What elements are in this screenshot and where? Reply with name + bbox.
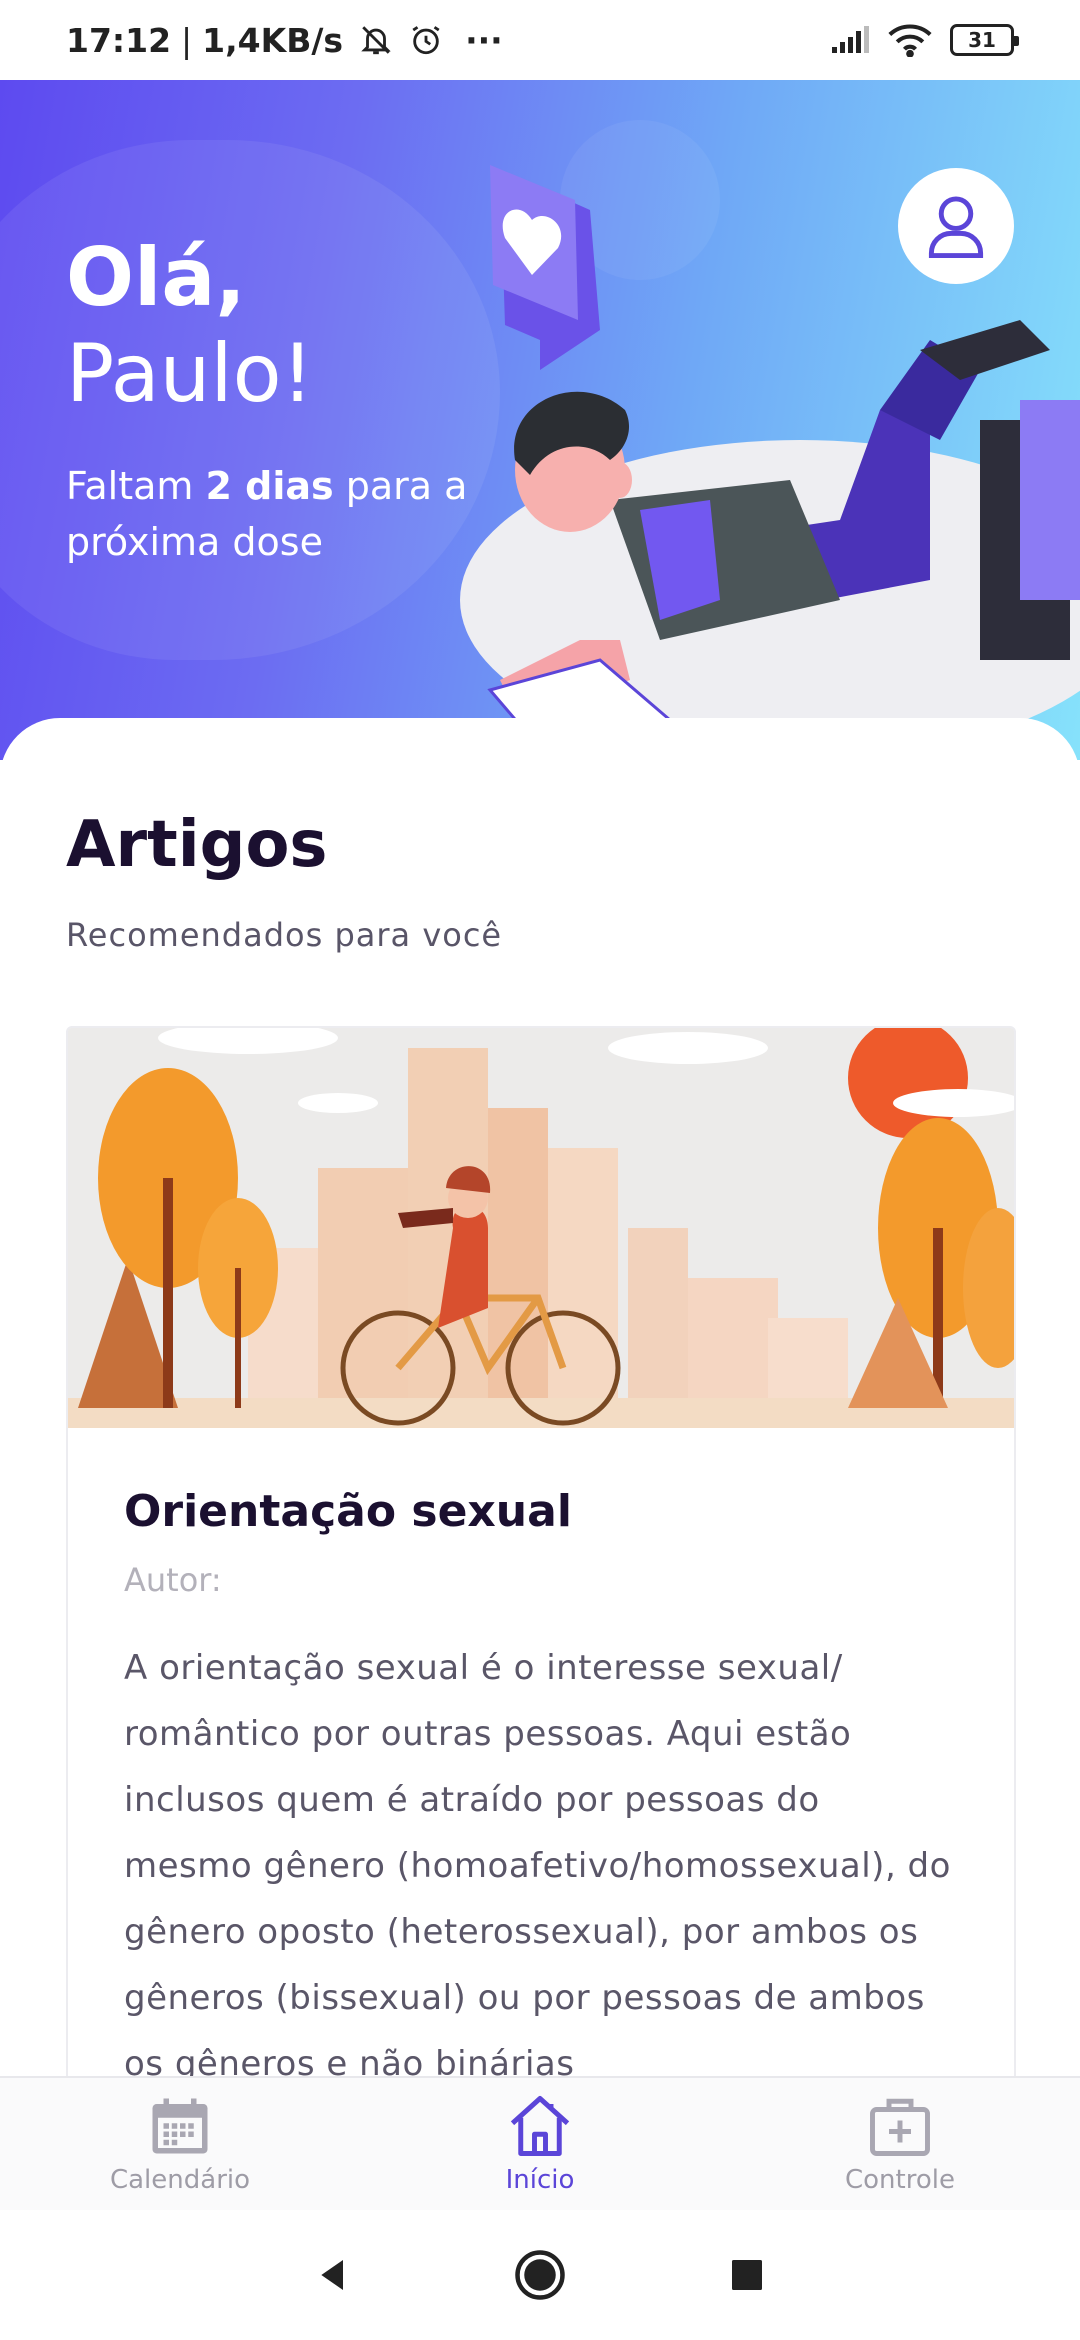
nav-item-control[interactable]: Controle <box>720 2078 1080 2210</box>
autumn-cyclist-illustration <box>68 1028 1014 1428</box>
article-excerpt: A orientação sexual é o interesse sexual… <box>124 1648 951 2084</box>
system-navigation-bar <box>0 2210 1080 2340</box>
alarm-icon <box>412 26 440 55</box>
nav-label-calendar: Calendário <box>109 2165 251 2195</box>
user-name: Paulo! <box>66 327 314 420</box>
greeting-text: Olá, <box>66 231 246 324</box>
content-panel: Artigos Recomendados para você Orientaçã… <box>0 718 1080 2226</box>
hero-banner: Olá, Paulo! Faltam 2 dias para a próxima… <box>0 80 1080 760</box>
clock: 17:12 <box>66 20 172 60</box>
medical-kit-icon <box>870 2098 930 2156</box>
article-image <box>68 1028 1014 1428</box>
network-speed: 1,4KB/s <box>202 20 344 60</box>
nav-item-calendar[interactable]: Calendário <box>0 2078 360 2210</box>
section-subtitle: Recomendados para você <box>66 916 503 954</box>
article-title: Orientação sexual <box>124 1486 572 1537</box>
dose-prefix: Faltam <box>66 464 206 508</box>
home-icon <box>510 2096 570 2156</box>
status-separator: | <box>181 20 193 60</box>
home-circle-icon[interactable] <box>513 2248 567 2302</box>
back-icon[interactable] <box>313 2255 353 2295</box>
battery-indicator: 31 <box>950 24 1019 56</box>
more-notifications: ··· <box>465 20 503 60</box>
greeting-block: Olá, Paulo! Faltam 2 dias para a próxima… <box>66 230 506 570</box>
nav-label-home: Início <box>505 2165 575 2195</box>
article-card[interactable]: Orientação sexual Autor: A orientação se… <box>66 1026 1016 2226</box>
signal-icon <box>832 26 869 53</box>
heart-bubble-icon <box>490 165 600 370</box>
status-bar: 17:12 | 1,4KB/s ··· 31 <box>0 0 1080 80</box>
nav-label-control: Controle <box>845 2165 955 2195</box>
status-bar-left: 17:12 | 1,4KB/s ··· <box>66 21 503 60</box>
bell-muted-icon <box>361 26 391 55</box>
dose-days: 2 dias <box>205 464 334 508</box>
section-title: Artigos <box>66 808 328 882</box>
nav-item-home[interactable]: Início <box>360 2078 720 2210</box>
next-dose-message: Faltam 2 dias para a próxima dose <box>66 458 506 570</box>
status-bar-right: 31 <box>830 23 1019 57</box>
wifi-icon <box>888 24 932 57</box>
app-screen: 17:12 | 1,4KB/s ··· 31 Olá, Paulo! Falta… <box>0 0 1080 2340</box>
recents-icon[interactable] <box>727 2255 767 2295</box>
bottom-navigation: Calendário Início Controle <box>0 2076 1080 2210</box>
profile-button[interactable] <box>898 168 1014 284</box>
article-body: Orientação sexual Autor: A orientação se… <box>68 1428 1014 2155</box>
user-icon <box>928 196 984 258</box>
calendar-icon <box>152 2098 208 2154</box>
article-author: Autor: <box>124 1561 222 1599</box>
